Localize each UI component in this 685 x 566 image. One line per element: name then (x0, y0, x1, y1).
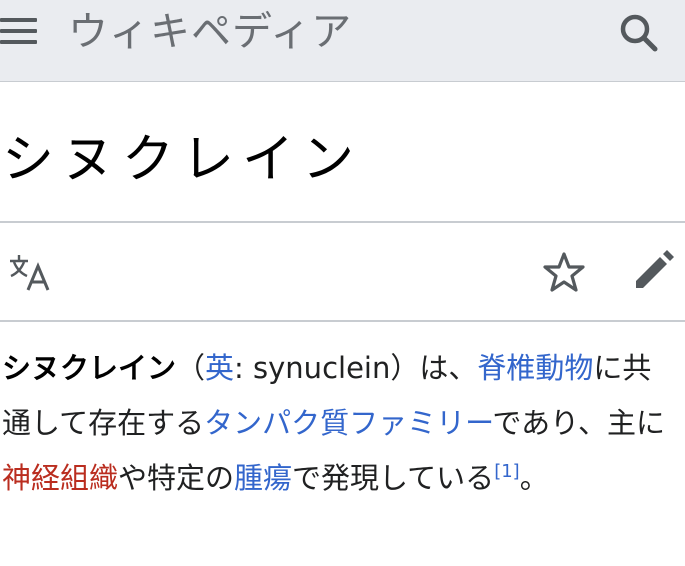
site-wordmark[interactable]: ウィキペディア (68, 8, 352, 56)
star-icon[interactable] (540, 248, 588, 296)
text-segment-4: で発現している (292, 461, 495, 495)
paren-open: （ (176, 351, 206, 385)
redlink-nervous-tissue[interactable]: 神経組織 (2, 461, 118, 495)
text-segment-3: や特定の (118, 461, 235, 495)
title-divider (0, 221, 685, 223)
link-english[interactable]: 英 (205, 351, 234, 385)
paren-close: ）は、 (390, 351, 478, 385)
link-tumor[interactable]: 腫瘍 (234, 461, 292, 495)
text-end: 。 (519, 461, 549, 495)
search-icon[interactable] (616, 10, 664, 54)
text-segment-2: であり、主に (492, 406, 665, 440)
language-icon[interactable] (8, 252, 56, 296)
hamburger-menu-icon[interactable] (0, 14, 40, 50)
link-vertebrate[interactable]: 脊椎動物 (477, 351, 593, 385)
page-title: シヌクレイン (2, 130, 363, 190)
link-protein-family[interactable]: タンパク質ファミリー (204, 406, 492, 440)
toolbar-divider (0, 320, 685, 322)
article-term: シヌクレイン (2, 351, 177, 385)
pencil-icon[interactable] (630, 248, 678, 296)
top-header: ウィキペディア (0, 0, 685, 82)
article-lead-paragraph: シヌクレイン（英: synuclein）は、脊椎動物に共通して存在するタンパク質… (2, 341, 672, 506)
english-term: : synuclein (234, 351, 391, 385)
reference-link-1[interactable]: [1] (494, 461, 520, 482)
